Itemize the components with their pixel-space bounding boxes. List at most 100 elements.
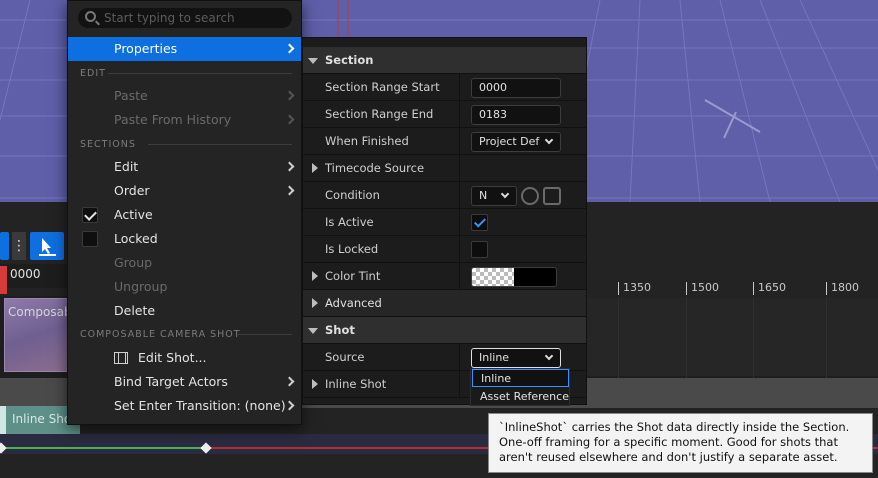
- menu-item-order[interactable]: Order: [68, 179, 301, 203]
- menu-item-label: Ungroup: [114, 279, 168, 294]
- when-finished-dropdown[interactable]: Project Def: [471, 132, 561, 152]
- column-divider[interactable]: [459, 182, 460, 209]
- use-selected-icon[interactable]: [521, 187, 539, 205]
- active-checkbox[interactable]: [82, 207, 98, 223]
- menu-item-edit-shot[interactable]: Edit Shot...: [68, 346, 301, 370]
- expand-arrow-icon[interactable]: [312, 298, 318, 308]
- property-condition: Condition N: [303, 182, 586, 209]
- is-locked-checkbox[interactable]: [471, 241, 488, 258]
- properties-panel: Section Section Range Start 0000 Section…: [302, 37, 587, 405]
- film-icon: [114, 352, 128, 364]
- section-range-end-field[interactable]: 0183: [471, 105, 561, 125]
- menu-item-label: Paste From History: [114, 112, 232, 127]
- divider: [238, 334, 292, 335]
- property-color-tint: Color Tint: [303, 263, 586, 290]
- menu-item-label: Bind Target Actors: [114, 374, 228, 389]
- property-is-locked: Is Locked: [303, 236, 586, 263]
- chevron-right-icon: [284, 185, 295, 196]
- track-lane: [586, 296, 878, 376]
- column-divider[interactable]: [459, 101, 460, 128]
- chevron-right-icon: [284, 376, 295, 387]
- menu-item-edit[interactable]: Edit: [68, 155, 301, 179]
- expand-arrow-icon[interactable]: [312, 271, 318, 281]
- menu-item-label: Set Enter Transition: (none): [114, 398, 286, 413]
- ruler-tick: 1650: [753, 282, 786, 295]
- menu-item-properties[interactable]: Properties: [68, 37, 301, 61]
- menu-item-delete[interactable]: Delete: [68, 299, 301, 323]
- chevron-right-icon: [284, 161, 295, 172]
- menu-item-active[interactable]: Active: [68, 203, 301, 227]
- column-divider[interactable]: [459, 236, 460, 263]
- context-menu: Properties EDIT Paste Paste From History…: [67, 0, 302, 425]
- column-divider[interactable]: [459, 209, 460, 236]
- section-header-composable: COMPOSABLE CAMERA SHOT: [80, 329, 241, 340]
- condition-dropdown[interactable]: N: [471, 186, 517, 206]
- more-options-icon[interactable]: ⋮: [12, 232, 26, 260]
- menu-item-bind-target-actors[interactable]: Bind Target Actors: [68, 370, 301, 394]
- column-divider[interactable]: [459, 74, 460, 101]
- dropdown-value: Inline: [479, 351, 510, 364]
- category-advanced[interactable]: Advanced: [303, 290, 586, 317]
- menu-item-paste[interactable]: Paste: [68, 84, 301, 108]
- property-label: Condition: [325, 188, 380, 202]
- option-inline[interactable]: Inline: [472, 369, 569, 387]
- menu-item-label: Active: [114, 207, 153, 222]
- menu-item-locked[interactable]: Locked: [68, 227, 301, 251]
- menu-item-ungroup[interactable]: Ungroup: [68, 275, 301, 299]
- source-dropdown[interactable]: Inline: [471, 348, 561, 368]
- property-label: Section Range End: [325, 107, 434, 121]
- current-time: 0000: [10, 267, 41, 281]
- menu-search[interactable]: [78, 8, 292, 28]
- column-divider[interactable]: [459, 263, 460, 290]
- category-shot[interactable]: Shot: [303, 317, 586, 344]
- property-label: Timecode Source: [325, 161, 425, 175]
- ruler-tick: 1800: [826, 282, 859, 295]
- search-icon: [85, 11, 96, 22]
- ruler-tick: 1500: [686, 282, 719, 295]
- category-section[interactable]: Section: [303, 47, 586, 74]
- property-section-range-start: Section Range Start 0000: [303, 74, 586, 101]
- property-when-finished: When Finished Project Def: [303, 128, 586, 155]
- expand-arrow-icon[interactable]: [308, 328, 318, 334]
- expand-arrow-icon[interactable]: [308, 58, 318, 64]
- menu-item-group[interactable]: Group: [68, 251, 301, 275]
- snap-tool-button[interactable]: [30, 232, 64, 260]
- property-label: Color Tint: [325, 269, 381, 283]
- section-header-sections: SECTIONS: [80, 139, 136, 150]
- property-source: Source Inline: [303, 344, 586, 371]
- sequencer-toolbar: ⋮: [0, 232, 70, 266]
- menu-item-label: Locked: [114, 231, 158, 246]
- property-label: Section Range Start: [325, 80, 440, 94]
- column-divider[interactable]: [459, 155, 460, 182]
- toolbar-button[interactable]: [0, 232, 9, 260]
- curve-segment: [0, 447, 206, 449]
- property-label: When Finished: [325, 134, 409, 148]
- property-timecode-source[interactable]: Timecode Source: [303, 155, 586, 182]
- playhead-marker[interactable]: [0, 266, 7, 294]
- color-tint-swatch[interactable]: [471, 267, 557, 287]
- column-divider[interactable]: [459, 371, 460, 398]
- chevron-right-icon: [284, 114, 295, 125]
- category-label: Advanced: [325, 296, 382, 310]
- search-input[interactable]: [104, 8, 284, 28]
- chevron-down-icon: [500, 189, 510, 199]
- menu-item-paste-history[interactable]: Paste From History: [68, 108, 301, 132]
- locked-checkbox[interactable]: [82, 231, 98, 247]
- column-divider[interactable]: [459, 344, 460, 371]
- expand-arrow-icon[interactable]: [312, 163, 318, 173]
- alpha-checker: [472, 268, 514, 286]
- option-asset-reference[interactable]: Asset Reference: [472, 388, 569, 406]
- column-divider[interactable]: [459, 128, 460, 155]
- section-range-start-field[interactable]: 0000: [471, 78, 561, 98]
- menu-item-set-enter-transition[interactable]: Set Enter Transition: (none): [68, 394, 301, 418]
- property-label: Is Active: [325, 215, 374, 229]
- is-active-checkbox[interactable]: [471, 214, 488, 231]
- browse-icon[interactable]: [543, 187, 561, 205]
- divider: [148, 144, 292, 145]
- property-section-range-end: Section Range End 0183: [303, 101, 586, 128]
- menu-item-label: Group: [114, 255, 153, 270]
- tooltip: `InlineShot` carries the Shot data direc…: [488, 413, 873, 473]
- time-ruler[interactable]: 1350 1500 1650 1800: [586, 278, 878, 298]
- chevron-right-icon: [284, 90, 295, 101]
- expand-arrow-icon[interactable]: [312, 379, 318, 389]
